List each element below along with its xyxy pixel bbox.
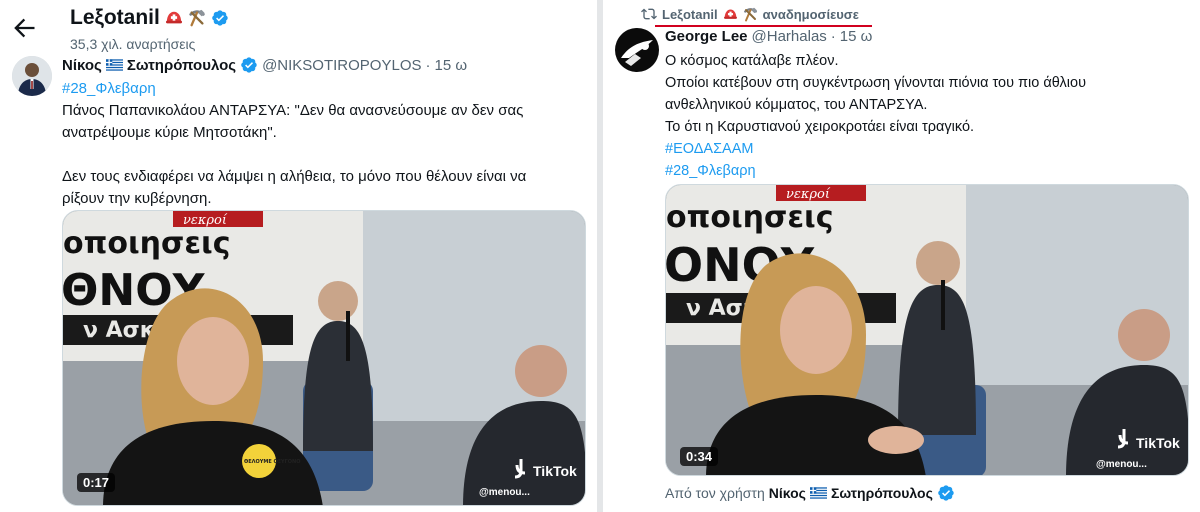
avatar[interactable] — [615, 28, 659, 72]
hashtag-link[interactable]: #ΕΟΔΑΣΑΑΜ — [665, 138, 1086, 160]
video-frame: νεκροί οποιησεις ΘΝΟΥ ν Ασκλ ΘΕΛΟΥΜΕ ΟΞΥ… — [63, 211, 585, 505]
profile-name: Leξotanil — [70, 6, 160, 29]
hashtag-link[interactable]: #28_Φλεβαρη — [665, 160, 1086, 182]
tweet-text-line: ανθελληνικού κόμματος, του ΑΝΤΑΡΣΥΑ. — [665, 97, 928, 113]
verified-badge-icon — [240, 56, 258, 74]
author-name[interactable]: Νίκος — [62, 57, 102, 74]
tiktok-watermark: TikTok — [533, 463, 577, 479]
post-count: 35,3 χιλ. αναρτήσεις — [70, 36, 196, 52]
repost-indicator: Leξotanil αναδημοσίευσε — [641, 6, 859, 22]
video-player[interactable]: νεκροί οποιησεις ΟΝΟΥ ν Ασκλ 0:34 TikTok… — [665, 184, 1189, 476]
separator-dot: · — [425, 56, 431, 74]
verified-badge-icon — [211, 9, 229, 27]
source-user-name-suffix[interactable]: Σωτηρόπουλος — [831, 485, 933, 501]
helmet-emoji-icon — [723, 8, 738, 21]
tweet-text-line: ρίξουν την κυβέρνηση. — [62, 190, 212, 207]
separator-dot: · — [830, 28, 836, 45]
tiktok-watermark-handle: @menou... — [1096, 459, 1147, 470]
video-player[interactable]: νεκροί οποιησεις ΘΝΟΥ ν Ασκλ ΘΕΛΟΥΜΕ ΟΞΥ… — [62, 210, 586, 506]
tweet-header: George Lee @Harhalas · 15 ω — [665, 28, 872, 45]
annotation-underline — [655, 25, 872, 27]
tweet-text-line — [62, 144, 526, 166]
source-prefix: Από τον χρήστη — [665, 485, 765, 501]
banner-text: οποιησεις — [63, 226, 231, 261]
video-duration: 0:34 — [680, 447, 719, 466]
left-panel: Leξotanil 35,3 χιλ. αναρτήσεις Νίκος Σωτ… — [0, 0, 597, 512]
author-name[interactable]: George Lee — [665, 28, 748, 45]
source-user-name[interactable]: Νίκος — [769, 485, 806, 501]
tiktok-watermark: TikTok — [1136, 435, 1180, 451]
back-arrow-icon[interactable] — [10, 14, 38, 42]
tweet-text-line: Το ότι η Καρυστιανού χειροκροτάει είναι … — [665, 119, 975, 135]
tweet-text-line: ανατρέψουμε κύριε Μητσοτάκη". — [62, 124, 277, 141]
repost-label: αναδημοσίευσε — [762, 6, 859, 22]
helmet-emoji-icon — [165, 10, 183, 26]
pickaxe-emoji-icon — [188, 9, 206, 27]
tweet-text-line: Οποίοι κατέβουν στη συγκέντρωση γίνονται… — [665, 75, 1087, 91]
right-panel: Leξotanil αναδημοσίευσε George Lee @Harh… — [603, 0, 1200, 512]
author-handle[interactable]: @NIKSOTIROPOYLOS — [262, 57, 421, 74]
video-frame: νεκροί οποιησεις ΟΝΟΥ ν Ασκλ — [666, 185, 1188, 475]
author-name-suffix[interactable]: Σωτηρόπουλος — [127, 57, 236, 74]
pickaxe-emoji-icon — [743, 7, 758, 22]
greek-flag-icon — [810, 487, 827, 499]
greek-flag-icon — [106, 59, 123, 71]
source-attribution: Από τον χρήστη Νίκος Σωτηρόπουλος — [665, 484, 955, 502]
tweet-header: Νίκος Σωτηρόπουλος @NIKSOTIROPOYLOS · 15… — [62, 56, 467, 74]
tweet-text-line: Πάνος Παπανικολάου ΑΝΤΑΡΣΥΑ: "Δεν θα ανα… — [62, 102, 524, 119]
repost-user-name[interactable]: Leξotanil — [662, 7, 718, 22]
tweet-text-line: Δεν τους ενδιαφέρει να λάμψει η αλήθεια,… — [62, 168, 527, 185]
tiktok-watermark-handle: @menou... — [479, 487, 530, 498]
video-duration: 0:17 — [77, 473, 116, 492]
author-handle[interactable]: @Harhalas — [752, 28, 827, 45]
hashtag-link[interactable]: #28_Φλεβαρη — [62, 78, 526, 100]
avatar[interactable] — [12, 56, 52, 96]
tweet-time[interactable]: 15 ω — [840, 28, 873, 45]
retweet-icon — [641, 8, 657, 20]
verified-badge-icon — [937, 484, 955, 502]
tweet-time[interactable]: 15 ω — [435, 57, 468, 74]
tweet-text-line: Ο κόσμος κατάλαβε πλέον. — [665, 53, 839, 69]
tweet-body: #28_Φλεβαρη Πάνος Παπανικολάου ΑΝΤΑΡΣΥΑ:… — [62, 78, 526, 210]
tweet-body: Ο κόσμος κατάλαβε πλέον. Οποίοι κατέβουν… — [665, 50, 1086, 182]
banner-text: οποιησεις — [666, 200, 834, 235]
profile-header-title: Leξotanil — [70, 6, 229, 30]
badge-text: ΘΕΛΟΥΜΕ ΟΞΥΓΟΝΟ — [244, 459, 300, 465]
